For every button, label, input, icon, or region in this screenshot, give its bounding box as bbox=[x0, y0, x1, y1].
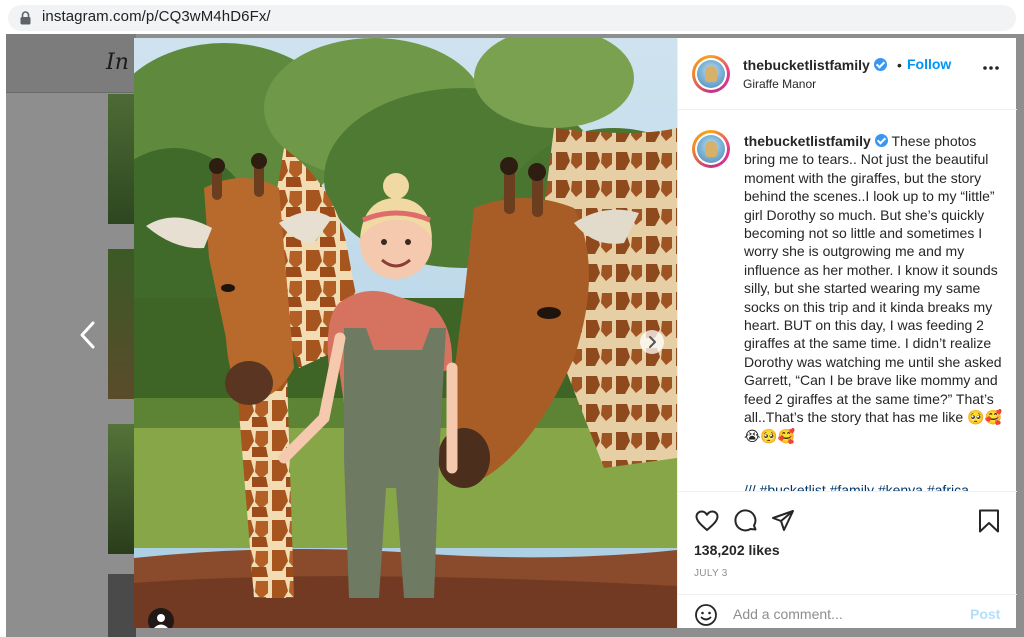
background-thumbnail bbox=[108, 574, 136, 637]
chevron-left-icon[interactable] bbox=[76, 320, 100, 350]
post-photo[interactable] bbox=[134, 38, 677, 628]
page-edge bbox=[0, 34, 6, 637]
url-text[interactable]: instagram.com/p/CQ3wM4hD6Fx/ bbox=[42, 8, 271, 25]
chevron-right-icon bbox=[649, 336, 656, 348]
post-comment-button[interactable]: Post bbox=[970, 606, 1000, 622]
likes-count[interactable]: 138,202 likes bbox=[694, 542, 780, 558]
author-username-line[interactable]: thebucketlistfamily bbox=[743, 57, 887, 75]
share-icon[interactable] bbox=[770, 508, 796, 534]
action-bar: 138,202 likes JULY 3 Post bbox=[678, 492, 1017, 628]
giraffe-photo-illustration bbox=[134, 38, 677, 628]
caption-area: thebucketlistfamily These photos bring m… bbox=[678, 110, 1017, 492]
comment-icon[interactable] bbox=[733, 508, 759, 534]
bookmark-icon[interactable] bbox=[976, 508, 1002, 534]
background-thumbnail bbox=[108, 94, 136, 224]
avatar[interactable] bbox=[692, 55, 730, 93]
location-link[interactable]: Giraffe Manor bbox=[743, 77, 816, 91]
user-tag-icon bbox=[154, 614, 168, 628]
user-tag-button[interactable] bbox=[148, 608, 174, 628]
lock-icon[interactable] bbox=[20, 11, 31, 25]
post-date[interactable]: JULY 3 bbox=[694, 568, 728, 579]
caption: thebucketlistfamily These photos bring m… bbox=[744, 132, 1002, 445]
emoji-icon[interactable] bbox=[694, 603, 718, 627]
caption-author[interactable]: thebucketlistfamily bbox=[744, 133, 871, 149]
background-thumbnail bbox=[108, 249, 136, 399]
post-header: thebucketlistfamily • Follow Giraffe Man… bbox=[678, 38, 1017, 110]
comment-input[interactable] bbox=[733, 606, 953, 622]
verified-badge-icon bbox=[873, 58, 887, 71]
hashtags[interactable]: /// #bucketlist #family #kenya #africa bbox=[744, 482, 969, 491]
caption-text: These photos bring me to tears.. Not jus… bbox=[744, 133, 1002, 444]
background-logo: In bbox=[106, 50, 129, 75]
comment-bar: Post bbox=[678, 594, 1017, 628]
avatar[interactable] bbox=[692, 130, 730, 168]
author-username[interactable]: thebucketlistfamily bbox=[743, 57, 870, 73]
heart-icon[interactable] bbox=[694, 508, 720, 534]
background-divider bbox=[6, 92, 136, 93]
post-sidebar: thebucketlistfamily • Follow Giraffe Man… bbox=[677, 38, 1017, 628]
dot-separator: • bbox=[897, 57, 902, 73]
post-modal: thebucketlistfamily • Follow Giraffe Man… bbox=[134, 38, 1017, 628]
next-photo-button[interactable] bbox=[640, 330, 664, 354]
browser-address-bar: instagram.com/p/CQ3wM4hD6Fx/ bbox=[0, 0, 1024, 34]
background-thumbnail bbox=[108, 424, 136, 554]
follow-button[interactable]: Follow bbox=[907, 56, 951, 72]
more-options-icon[interactable] bbox=[982, 65, 1000, 71]
verified-badge-icon bbox=[874, 134, 888, 147]
